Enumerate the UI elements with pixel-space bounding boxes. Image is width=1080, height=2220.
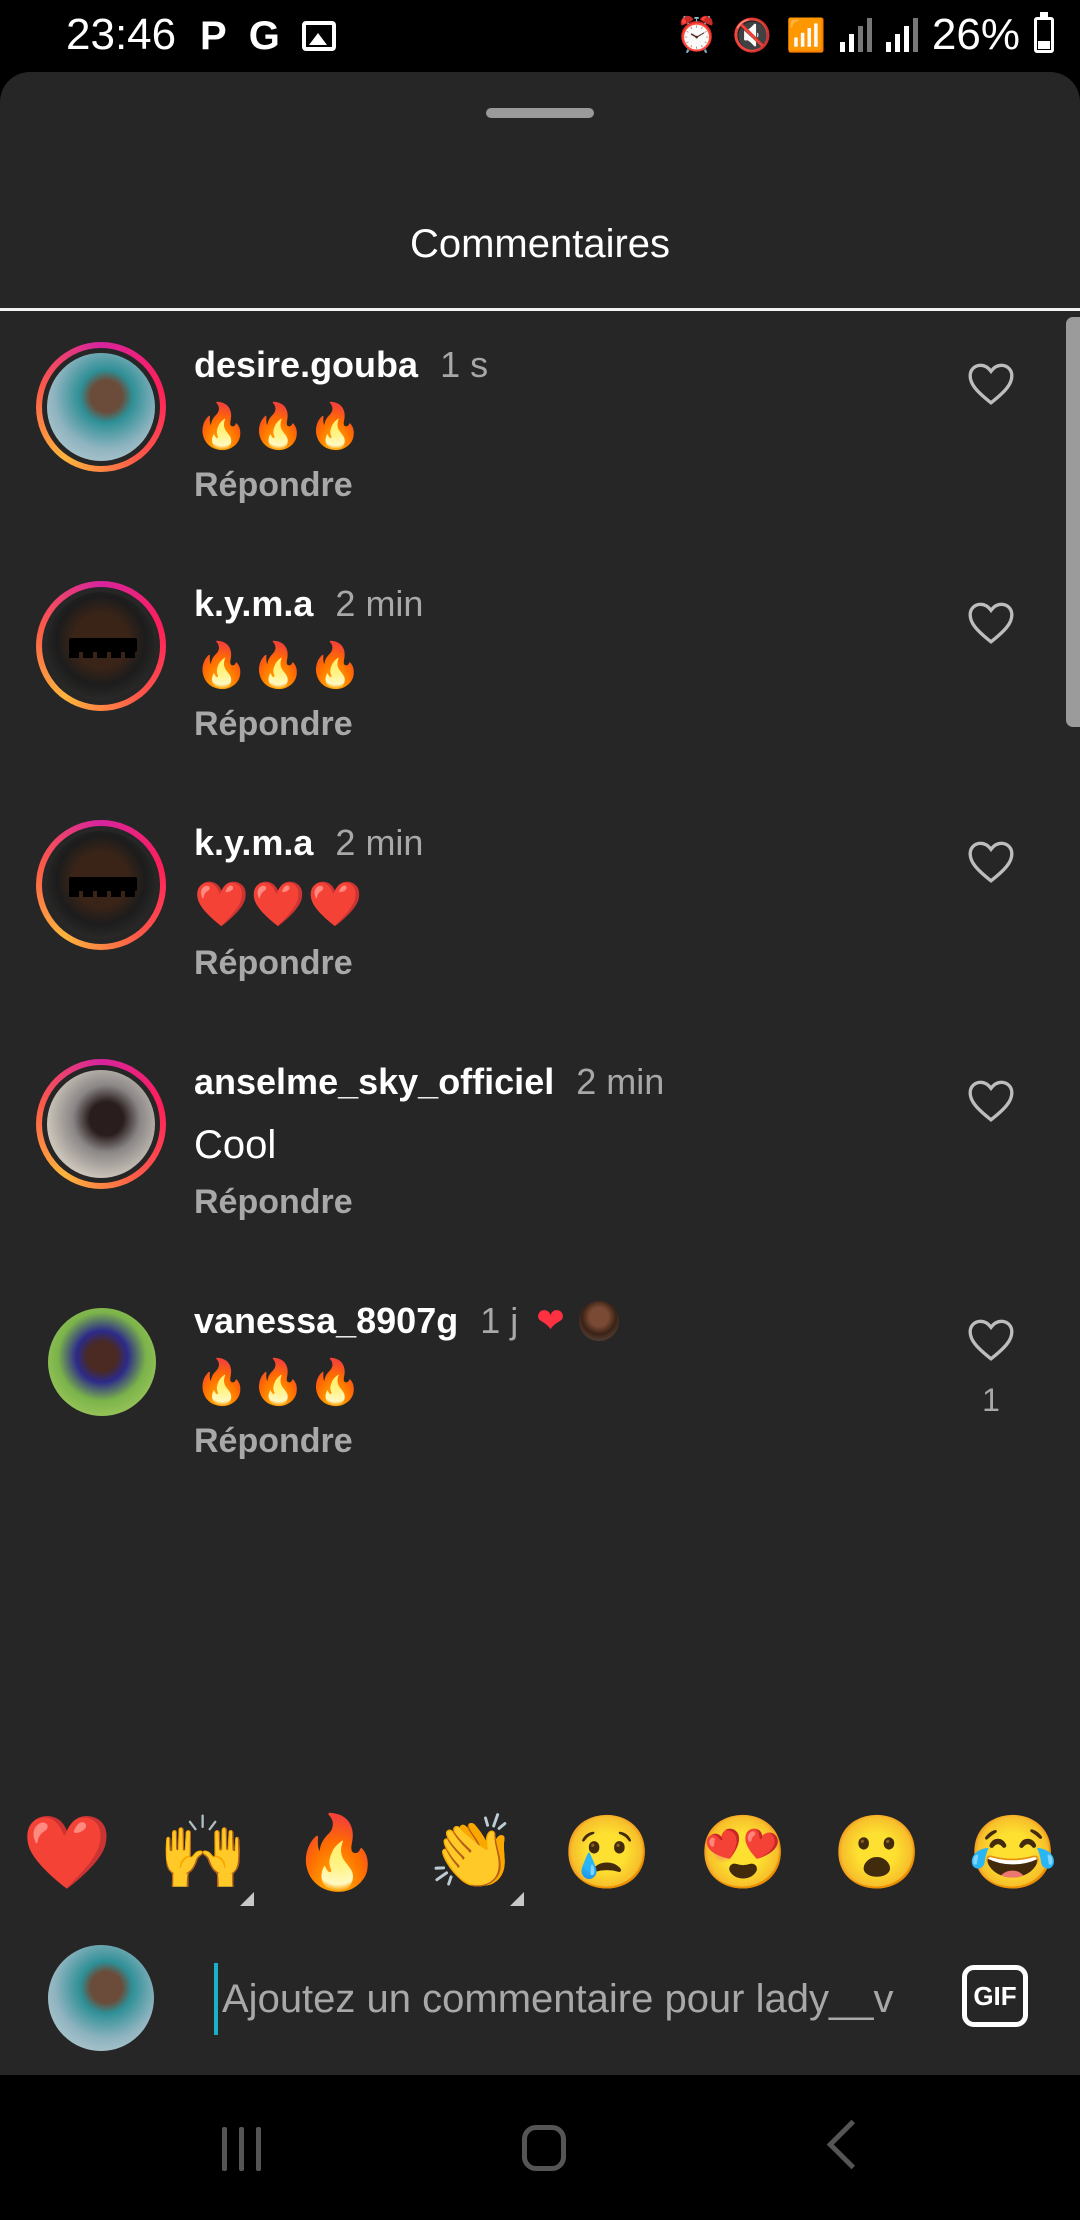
current-user-avatar (48, 1945, 154, 2051)
quick-reactions-bar: ❤️ 🙌 🔥 👏 😢 😍 😮 😂 (0, 1798, 1080, 1908)
reaction-clapping[interactable]: 👏 (418, 1798, 528, 1908)
comment-input[interactable] (214, 1963, 924, 2035)
avatar (47, 592, 155, 700)
comment-item: anselme_sky_officiel 2 min Cool Répondre (0, 1029, 1080, 1249)
comment-composer: GIF (0, 1915, 1080, 2075)
comment-text: ❤️❤️❤️ (194, 880, 365, 929)
reply-button[interactable]: Répondre (194, 944, 353, 983)
mute-icon: 🔇 (732, 17, 773, 53)
reaction-heart-eyes[interactable]: 😍 (688, 1798, 798, 1908)
avatar[interactable] (48, 1308, 156, 1416)
comment-time: 2 min (335, 822, 424, 863)
home-button[interactable] (522, 2125, 566, 2171)
wifi-icon: 📶 (786, 17, 826, 53)
comment-text: 🔥🔥🔥 (194, 402, 365, 451)
comment-time: 1 s (440, 344, 489, 385)
status-time: 23:46 (66, 10, 177, 59)
comment-username[interactable]: desire.gouba (194, 344, 418, 386)
comment-meta: k.y.m.a 2 min (194, 583, 423, 625)
reaction-fire[interactable]: 🔥 (282, 1798, 392, 1908)
google-icon: G (248, 14, 280, 58)
story-ring[interactable] (36, 581, 166, 711)
gallery-icon (301, 21, 336, 51)
story-ring[interactable] (36, 1059, 166, 1189)
heart-outline-icon[interactable] (966, 360, 1016, 406)
comment-time: 2 min (335, 583, 424, 624)
drag-handle[interactable] (486, 108, 594, 118)
author-liked-heart-icon: ❤ (536, 1302, 565, 1340)
page-title: Commentaires (409, 222, 671, 266)
alarm-icon: ⏰ (675, 16, 719, 54)
heart-outline-icon[interactable] (966, 1316, 1016, 1362)
comment-text: 🔥🔥🔥 (194, 641, 365, 690)
back-button[interactable] (826, 2119, 877, 2170)
comment-meta: vanessa_8907g 1 j ❤ (194, 1300, 619, 1342)
comment-item: k.y.m.a 2 min ❤️❤️❤️ Répondre (0, 790, 1080, 1010)
clapping-emoji: 👏 (428, 1813, 518, 1893)
reaction-heart[interactable]: ❤️ (12, 1798, 122, 1908)
skin-tone-indicator-icon (240, 1892, 254, 1906)
comment-username[interactable]: anselme_sky_officiel (194, 1061, 554, 1103)
status-bar: 23:46 P G ⏰ 🔇 📶 26% (0, 0, 1080, 72)
battery-percentage: 26% (931, 10, 1020, 59)
heart-outline-icon[interactable] (966, 599, 1016, 645)
story-ring[interactable] (36, 820, 166, 950)
avatar (47, 353, 155, 461)
heart-outline-icon[interactable] (966, 1077, 1016, 1123)
reply-button[interactable]: Répondre (194, 1183, 353, 1222)
comment-meta: desire.gouba 1 s (194, 344, 488, 386)
reply-button[interactable]: Répondre (194, 466, 353, 505)
gif-button[interactable]: GIF (962, 1965, 1028, 2027)
reaction-raised-hands[interactable]: 🙌 (148, 1798, 258, 1908)
reply-button[interactable]: Répondre (194, 705, 353, 744)
header-divider (0, 308, 1080, 311)
comment-item: vanessa_8907g 1 j ❤ 🔥🔥🔥 Répondre 1 (0, 1268, 1080, 1488)
comment-username[interactable]: vanessa_8907g (194, 1300, 458, 1342)
comment-item: desire.gouba 1 s 🔥🔥🔥 Répondre (0, 312, 1080, 532)
reaction-crying[interactable]: 😢 (552, 1798, 662, 1908)
skin-tone-indicator-icon (510, 1892, 524, 1906)
comments-sheet: Commentaires desire.gouba 1 s 🔥🔥🔥 Répond… (0, 72, 1080, 2074)
author-avatar (578, 1301, 619, 1341)
heart-outline-icon[interactable] (966, 838, 1016, 884)
comment-username[interactable]: k.y.m.a (194, 583, 313, 625)
signal-strength-icon-2 (885, 18, 918, 52)
system-icons: ⏰ 🔇 📶 26% (676, 10, 1054, 60)
reaction-laughing[interactable]: 😂 (958, 1798, 1068, 1908)
notification-icons: P G (200, 12, 336, 60)
story-ring[interactable] (36, 342, 166, 472)
parking-app-icon: P (200, 14, 227, 58)
comment-time: 2 min (576, 1061, 665, 1102)
comment-time: 1 j (480, 1300, 519, 1341)
comment-meta: k.y.m.a 2 min (194, 822, 423, 864)
comment-text: Cool (194, 1123, 277, 1167)
reaction-surprised[interactable]: 😮 (822, 1798, 932, 1908)
raised-hands-emoji: 🙌 (158, 1813, 248, 1893)
like-count: 1 (982, 1382, 1000, 1418)
reply-button[interactable]: Répondre (194, 1422, 353, 1461)
recents-button[interactable] (222, 2127, 261, 2171)
comment-text: 🔥🔥🔥 (194, 1358, 365, 1407)
avatar (47, 831, 155, 939)
battery-icon (1034, 12, 1054, 53)
system-navigation-bar (0, 2075, 1080, 2220)
avatar (47, 1070, 155, 1178)
comment-username[interactable]: k.y.m.a (194, 822, 313, 864)
comment-item: k.y.m.a 2 min 🔥🔥🔥 Répondre (0, 551, 1080, 771)
signal-strength-icon (839, 18, 872, 52)
comment-meta: anselme_sky_officiel 2 min (194, 1061, 664, 1103)
